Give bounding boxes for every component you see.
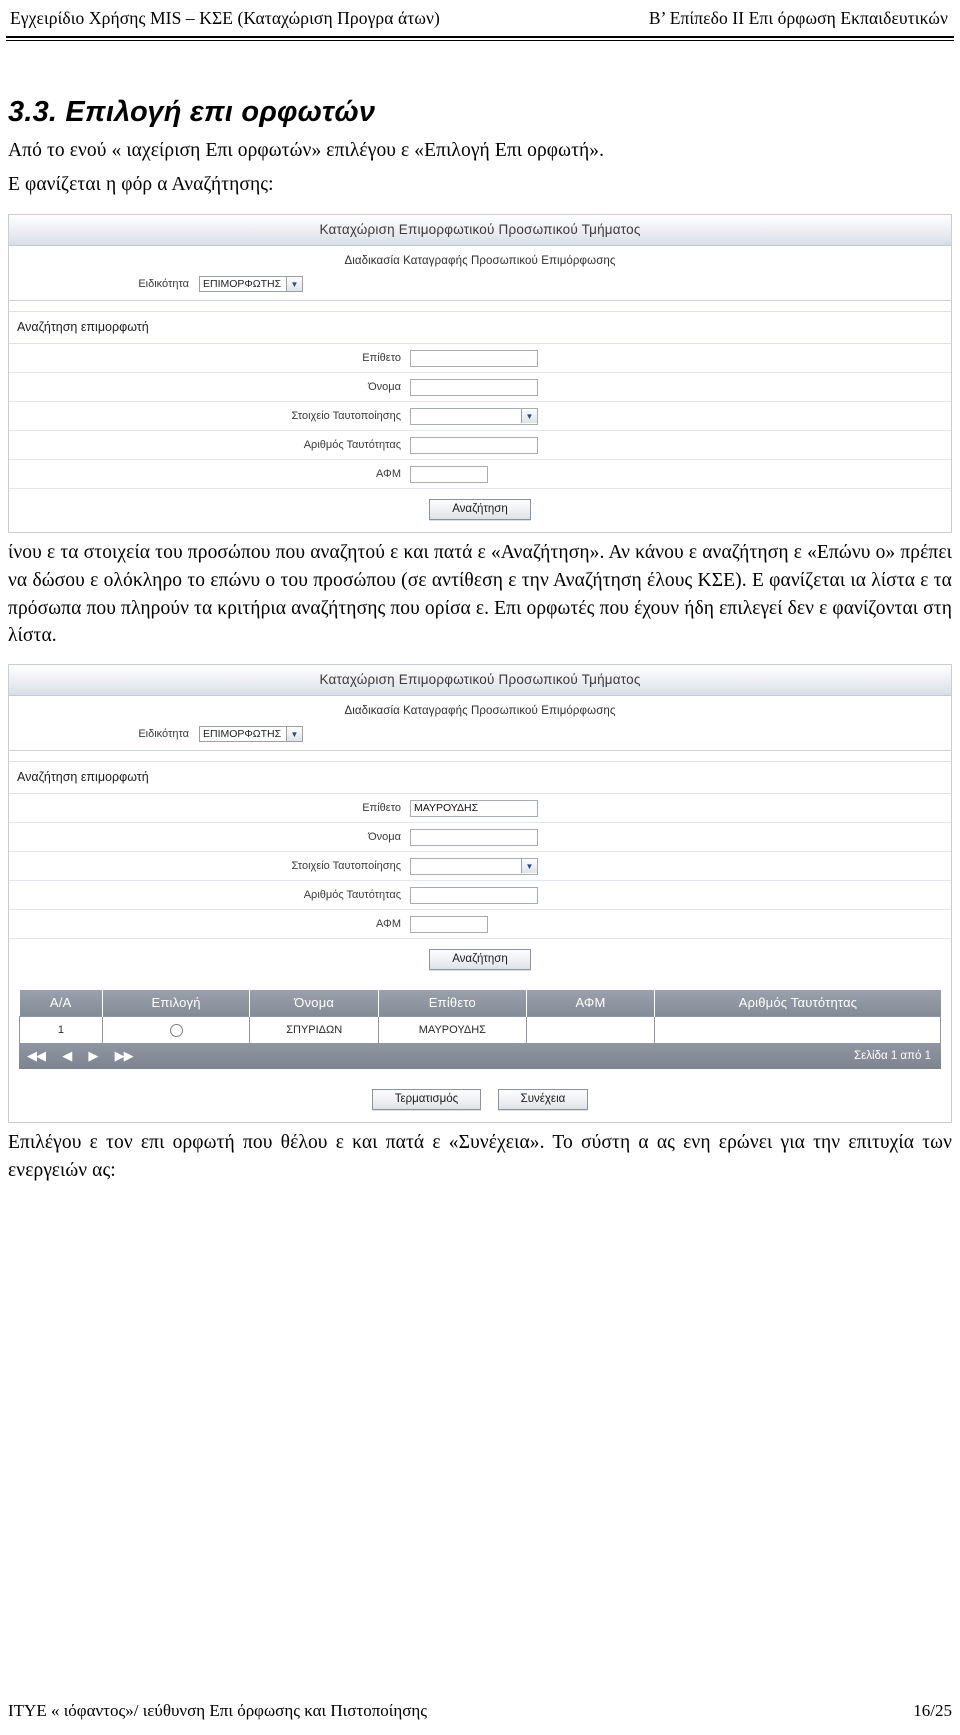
table-pager: ◀◀ ◀ ▶ ▶▶ Σελίδα 1 από 1 — [19, 1044, 941, 1070]
results-grid-wrapper: Α/Α Επιλογή Όνομα Επίθετο ΑΦΜ Αριθμός Τα… — [9, 982, 951, 1080]
cell-epilogi[interactable] — [102, 1016, 251, 1045]
specialty-row-2: Ειδικότητα ΕΠΙΜΟΡΦΩΤΗΣ ▼ — [9, 724, 951, 751]
specialty-select-1[interactable]: ΕΠΙΜΟΡΦΩΤΗΣ ▼ — [199, 276, 303, 293]
field-row-stoixeio-1: Στοιχείο Ταυτοποίησης ▼ — [9, 402, 951, 432]
cell-onoma: ΣΠΥΡΙΔΩΝ — [249, 1016, 380, 1045]
pager-last-icon[interactable]: ▶▶ — [115, 1048, 134, 1064]
search-section-title-1: Αναζήτηση επιμορφωτή — [9, 311, 951, 345]
field-label-tautotita-1: Αριθμός Ταυτότητας — [303, 439, 401, 452]
cell-aa: 1 — [19, 1016, 103, 1045]
app-subtitle-2: Διαδικασία Καταγραφής Προσωπικού Επιμόρφ… — [9, 696, 951, 725]
field-label-onoma-1: Όνομα — [368, 381, 401, 394]
col-afm: ΑΦΜ — [526, 990, 656, 1017]
screenshot-search-form-empty: Καταχώριση Επιμορφωτικού Προσωπικού Τμήμ… — [8, 214, 952, 534]
field-label-stoixeio-1: Στοιχείο Ταυτοποίησης — [291, 410, 401, 423]
pager-first-icon[interactable]: ◀◀ — [27, 1048, 46, 1064]
search-button-bar-1: Αναζήτηση — [9, 489, 951, 533]
app-title-bar-2: Καταχώριση Επιμορφωτικού Προσωπικού Τμήμ… — [9, 665, 951, 697]
tautotita-input-1[interactable] — [410, 436, 538, 454]
field-label-epitheto-2: Επίθετο — [362, 802, 401, 815]
page-number: 16/25 — [913, 1701, 952, 1720]
col-epilogi: Επιλογή — [102, 990, 251, 1017]
field-label-tautotita-2: Αριθμός Ταυτότητας — [303, 889, 401, 902]
col-epitheto: Επίθετο — [378, 990, 527, 1017]
onoma-input-2[interactable] — [410, 828, 538, 846]
tautotita-input-2[interactable] — [410, 886, 538, 904]
search-section-title-2: Αναζήτηση επιμορφωτή — [9, 761, 951, 795]
action-button-bar: Τερματισμός Συνέχεια — [9, 1079, 951, 1123]
afm-input-1[interactable] — [410, 465, 488, 483]
app-title-bar-1: Καταχώριση Επιμορφωτικού Προσωπικού Τμήμ… — [9, 215, 951, 247]
header-rule-thin — [6, 40, 954, 41]
field-row-stoixeio-2: Στοιχείο Ταυτοποίησης ▼ — [9, 852, 951, 882]
pager-next-icon[interactable]: ▶ — [88, 1048, 98, 1064]
chevron-down-icon: ▼ — [521, 409, 537, 424]
document-footer: ΙΤΥΕ « ιόφαντος»/ ιεύθυνση Επι όρφωσης κ… — [8, 1701, 952, 1721]
divider-1 — [9, 300, 951, 312]
middle-paragraph: ίνου ε τα στοιχεία του προσώπου που αναζ… — [8, 542, 952, 647]
chevron-down-icon: ▼ — [286, 727, 302, 742]
search-button-1[interactable]: Αναζήτηση — [429, 499, 531, 521]
continue-button[interactable]: Συνέχεια — [497, 1089, 589, 1111]
divider-2 — [9, 750, 951, 762]
epitheto-input-1[interactable] — [410, 349, 538, 367]
specialty-row-1: Ειδικότητα ΕΠΙΜΟΡΦΩΤΗΣ ▼ — [9, 274, 951, 301]
field-row-afm-2: ΑΦΜ — [9, 910, 951, 940]
header-rule-thick — [6, 36, 954, 38]
col-aa: Α/Α — [19, 990, 103, 1017]
screenshot-search-results: Καταχώριση Επιμορφωτικού Προσωπικού Τμήμ… — [8, 664, 952, 1124]
search-button-bar-2: Αναζήτηση — [9, 939, 951, 983]
table-header-row: Α/Α Επιλογή Όνομα Επίθετο ΑΦΜ Αριθμός Τα… — [19, 990, 941, 1017]
pager-prev-icon[interactable]: ◀ — [62, 1048, 72, 1064]
table-row[interactable]: 1 ΣΠΥΡΙΔΩΝ ΜΑΥΡΟΥΔΗΣ — [19, 1016, 941, 1045]
document-page: Εγχειρίδιο Χρήσης MIS – ΚΣΕ (Καταχώριση … — [0, 0, 960, 1735]
specialty-label-1: Ειδικότητα — [138, 278, 189, 291]
closing-paragraph: Επιλέγου ε τον επι ορφωτή που θέλου ε κα… — [8, 1132, 952, 1181]
app-subtitle-1: Διαδικασία Καταγραφής Προσωπικού Επιμόρφ… — [9, 246, 951, 275]
field-row-epitheto-2: Επίθετο ΜΑΥΡΟΥΔΗΣ — [9, 794, 951, 824]
intro-paragraph-2: Ε φανίζεται η φόρ α Αναζήτησης: — [8, 173, 274, 195]
epitheto-input-2[interactable]: ΜΑΥΡΟΥΔΗΣ — [410, 799, 538, 817]
stoixeio-select-2[interactable]: ▼ — [410, 857, 538, 875]
row-radio-button[interactable] — [169, 1023, 183, 1037]
stoixeio-select-1[interactable]: ▼ — [410, 407, 538, 425]
specialty-select-2[interactable]: ΕΠΙΜΟΡΦΩΤΗΣ ▼ — [199, 726, 303, 743]
field-label-afm-2: ΑΦΜ — [376, 918, 401, 931]
search-button-2[interactable]: Αναζήτηση — [429, 949, 531, 971]
chevron-down-icon: ▼ — [521, 859, 537, 874]
document-content: 3.3. Επιλογή επι ορφωτών Από το ενού « ι… — [8, 96, 952, 1191]
finish-button[interactable]: Τερματισμός — [371, 1089, 482, 1111]
specialty-label-2: Ειδικότητα — [138, 728, 189, 741]
field-label-stoixeio-2: Στοιχείο Ταυτοποίησης — [291, 860, 401, 873]
document-running-header: Εγχειρίδιο Χρήσης MIS – ΚΣΕ (Καταχώριση … — [8, 8, 952, 38]
field-row-tautotita-2: Αριθμός Ταυτότητας — [9, 881, 951, 911]
cell-epitheto: ΜΑΥΡΟΥΔΗΣ — [378, 1016, 527, 1045]
results-table: Α/Α Επιλογή Όνομα Επίθετο ΑΦΜ Αριθμός Τα… — [19, 990, 941, 1045]
pager-status-text: Σελίδα 1 από 1 — [854, 1050, 931, 1063]
specialty-select-value-1: ΕΠΙΜΟΡΦΩΤΗΣ — [203, 278, 282, 291]
field-label-epitheto-1: Επίθετο — [362, 352, 401, 365]
field-row-tautotita-1: Αριθμός Ταυτότητας — [9, 431, 951, 461]
cell-afm — [526, 1016, 656, 1045]
field-label-afm-1: ΑΦΜ — [376, 468, 401, 481]
field-row-onoma-2: Όνομα — [9, 823, 951, 853]
field-label-onoma-2: Όνομα — [368, 831, 401, 844]
col-arithmos-tautotitas: Αριθμός Ταυτότητας — [654, 990, 941, 1017]
chevron-down-icon: ▼ — [286, 277, 302, 292]
field-row-afm-1: ΑΦΜ — [9, 460, 951, 490]
cell-tautotita — [654, 1016, 941, 1045]
intro-paragraph-1: Από το ενού « ιαχείριση Επι ορφωτών» επι… — [8, 140, 605, 161]
specialty-select-value-2: ΕΠΙΜΟΡΦΩΤΗΣ — [203, 728, 282, 741]
onoma-input-1[interactable] — [410, 378, 538, 396]
field-row-epitheto-1: Επίθετο — [9, 344, 951, 374]
header-right-text: Β’ Επίπεδο ΙΙ Επι όρφωση Εκπαιδευτικών — [648, 8, 948, 28]
pager-nav-group: ◀◀ ◀ ▶ ▶▶ — [27, 1048, 147, 1064]
afm-input-2[interactable] — [410, 915, 488, 933]
footer-left-text: ΙΤΥΕ « ιόφαντος»/ ιεύθυνση Επι όρφωσης κ… — [8, 1701, 428, 1720]
header-left-text: Εγχειρίδιο Χρήσης MIS – ΚΣΕ (Καταχώριση … — [10, 8, 440, 28]
col-onoma: Όνομα — [249, 990, 380, 1017]
page-title: 3.3. Επιλογή επι ορφωτών — [8, 96, 376, 128]
field-row-onoma-1: Όνομα — [9, 373, 951, 403]
